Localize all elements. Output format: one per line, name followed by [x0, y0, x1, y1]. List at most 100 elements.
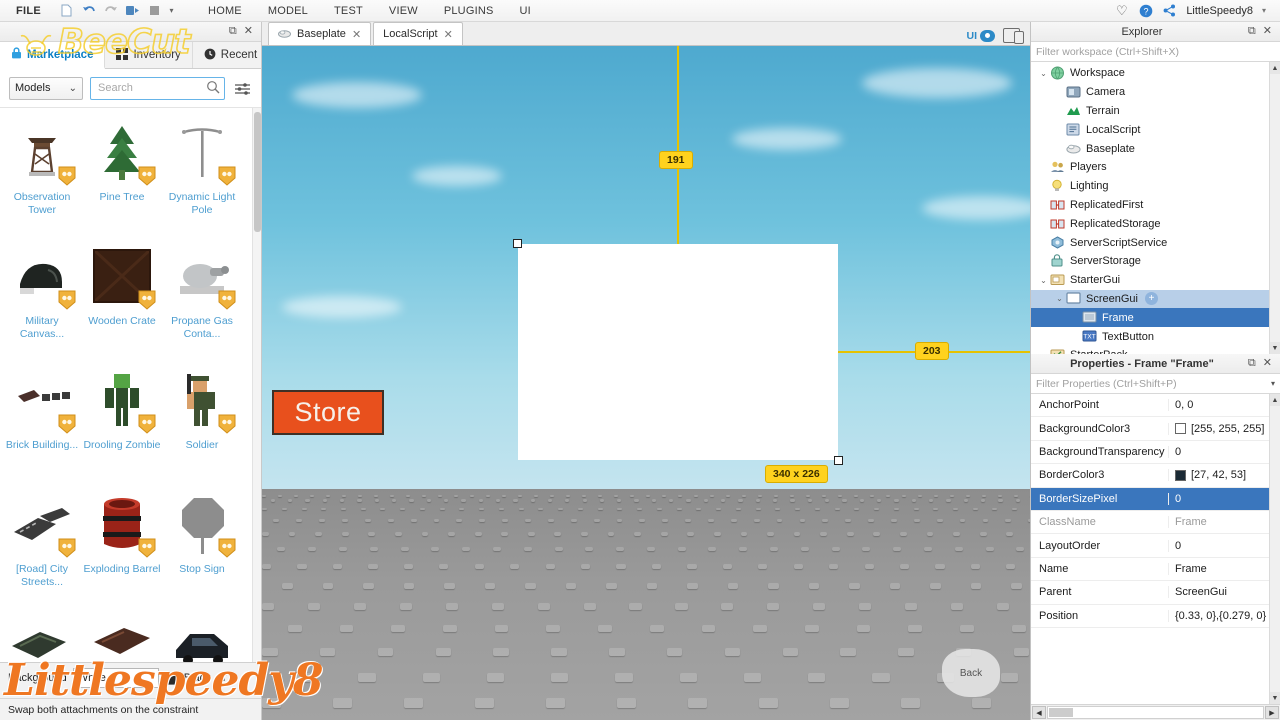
properties-hscroll-thumb[interactable]: [1049, 708, 1073, 717]
marketplace-item[interactable]: Propane Gas Conta...: [162, 236, 242, 360]
chevron-down-icon[interactable]: ▾: [1271, 379, 1275, 388]
close-icon[interactable]: ✕: [444, 28, 453, 41]
toolbox-scrollbar-thumb[interactable]: [254, 112, 261, 232]
scroll-down-icon[interactable]: ▼: [1270, 342, 1280, 354]
toolbox-scrollbar[interactable]: [252, 108, 261, 662]
toolbox-tab-recent[interactable]: Recent: [193, 42, 268, 68]
account-name[interactable]: LittleSpeedy8: [1186, 5, 1253, 17]
explorer-node-workspace[interactable]: ⌄ Workspace: [1031, 64, 1269, 83]
properties-scrollbar[interactable]: ▲ ▼: [1269, 394, 1280, 704]
stop-icon[interactable]: [145, 2, 164, 20]
ribbon-tab-plugins[interactable]: PLUGINS: [432, 2, 506, 20]
property-value[interactable]: [255, 255, 255]: [1169, 423, 1269, 435]
marketplace-item[interactable]: Soldier: [162, 360, 242, 484]
explorer-node-terrain[interactable]: Terrain: [1031, 102, 1269, 121]
ribbon-tab-view[interactable]: VIEW: [377, 2, 430, 20]
menu-file-button[interactable]: FILE: [6, 3, 51, 19]
ribbon-tab-ui[interactable]: UI: [508, 2, 543, 20]
sliders-icon[interactable]: [232, 82, 252, 95]
marketplace-item[interactable]: Military Canvas...: [2, 236, 82, 360]
toolbox-close-button[interactable]: ✕: [244, 26, 253, 37]
property-value[interactable]: Frame: [1169, 563, 1269, 575]
explorer-node-replicatedstorage[interactable]: ReplicatedStorage: [1031, 214, 1269, 233]
explorer-node-lighting[interactable]: Lighting: [1031, 177, 1269, 196]
explorer-close-button[interactable]: ✕: [1263, 26, 1272, 37]
marketplace-item[interactable]: Dynamic Light Pole: [162, 112, 242, 236]
property-value[interactable]: 0: [1169, 493, 1269, 505]
marketplace-item[interactable]: Stop Sign: [162, 484, 242, 608]
properties-horizontal-scrollbar[interactable]: ◀ ▶: [1031, 704, 1280, 720]
explorer-node-startergui[interactable]: ⌄ StarterGui: [1031, 271, 1269, 290]
explorer-tree[interactable]: ⌄ Workspace Camera Terrain LocalScript Basepl…: [1031, 62, 1280, 354]
property-value[interactable]: 0, 0: [1169, 399, 1269, 411]
account-caret-icon[interactable]: ▾: [1262, 6, 1266, 15]
device-emulator-icon[interactable]: [1003, 28, 1024, 44]
property-row[interactable]: BackgroundTransparency 0: [1031, 441, 1269, 465]
scroll-up-icon[interactable]: ▲: [1270, 62, 1280, 74]
resize-handle-top-left[interactable]: [513, 239, 522, 248]
property-row[interactable]: BorderSizePixel 0: [1031, 487, 1269, 511]
scroll-left-icon[interactable]: ◀: [1032, 706, 1046, 719]
marketplace-item[interactable]: Exploding Barrel: [82, 484, 162, 608]
selected-frame-gui[interactable]: [513, 239, 843, 465]
property-value[interactable]: 0: [1169, 540, 1269, 552]
resize-handle-bottom-right[interactable]: [834, 456, 843, 465]
property-row[interactable]: BackgroundColor3 [255, 255, 255]: [1031, 417, 1269, 441]
explorer-scrollbar[interactable]: ▲ ▼: [1269, 62, 1280, 354]
properties-undock-button[interactable]: ⧉: [1248, 358, 1256, 369]
close-icon[interactable]: ✕: [352, 28, 361, 41]
explorer-node-frame[interactable]: Frame: [1031, 308, 1269, 328]
ui-visibility-toggle[interactable]: UI: [967, 29, 995, 42]
ribbon-tab-model[interactable]: MODEL: [256, 2, 320, 20]
marketplace-results-grid[interactable]: Observation Tower Pine Tree Dynamic Light …: [0, 107, 261, 662]
properties-filter-input[interactable]: Filter Properties (Ctrl+Shift+P) ▾: [1031, 374, 1280, 394]
share-icon[interactable]: [1162, 3, 1177, 18]
marketplace-item[interactable]: Drooling Zombie: [82, 360, 162, 484]
marketplace-item[interactable]: [162, 608, 242, 662]
marketplace-item[interactable]: Brick Building...: [2, 360, 82, 484]
toolbox-tab-inventory[interactable]: Inventory: [105, 42, 193, 68]
property-row[interactable]: Parent ScreenGui: [1031, 581, 1269, 605]
marketplace-item[interactable]: Observation Tower: [2, 112, 82, 236]
back-part-label[interactable]: Back: [942, 649, 1000, 697]
explorer-filter-input[interactable]: Filter workspace (Ctrl+Shift+X): [1031, 42, 1280, 62]
property-row[interactable]: LayoutOrder 0: [1031, 534, 1269, 558]
ribbon-tab-test[interactable]: TEST: [322, 2, 375, 20]
expand-arrow-icon[interactable]: ⌄: [1037, 69, 1050, 78]
property-value[interactable]: {0.33, 0},{0.279, 0}: [1169, 610, 1269, 622]
help-icon[interactable]: ?: [1138, 3, 1153, 18]
marketplace-item[interactable]: Wooden Crate: [82, 236, 162, 360]
play-icon[interactable]: [123, 2, 142, 20]
marketplace-item[interactable]: [2, 608, 82, 662]
new-document-icon[interactable]: [57, 2, 76, 20]
explorer-node-serverscriptservice[interactable]: ServerScriptService: [1031, 233, 1269, 252]
explorer-node-baseplate[interactable]: Baseplate: [1031, 139, 1269, 158]
redo-icon[interactable]: [101, 2, 120, 20]
scroll-right-icon[interactable]: ▶: [1265, 706, 1279, 719]
property-row[interactable]: ClassName Frame: [1031, 511, 1269, 535]
explorer-node-serverstorage[interactable]: ServerStorage: [1031, 252, 1269, 271]
store-button-gui[interactable]: Store: [272, 390, 384, 435]
heart-icon[interactable]: ♡: [1114, 3, 1129, 18]
explorer-node-replicatedfirst[interactable]: ReplicatedFirst: [1031, 196, 1269, 215]
toolbox-tab-marketplace[interactable]: Marketplace: [0, 42, 106, 69]
property-value[interactable]: Frame: [1169, 516, 1269, 528]
property-value[interactable]: ScreenGui: [1169, 586, 1269, 598]
explorer-node-starterpack[interactable]: StarterPack: [1031, 346, 1269, 354]
dropdown-caret-icon[interactable]: ▾: [167, 2, 176, 20]
undo-icon[interactable]: [79, 2, 98, 20]
explorer-node-camera[interactable]: Camera: [1031, 83, 1269, 102]
document-tab-localscript[interactable]: LocalScript ✕: [373, 22, 463, 45]
color-swatch[interactable]: [1175, 423, 1186, 435]
property-row[interactable]: AnchorPoint 0, 0: [1031, 394, 1269, 418]
explorer-node-players[interactable]: Players: [1031, 158, 1269, 177]
color-swatch[interactable]: [1175, 469, 1186, 481]
search-input[interactable]: Search: [90, 76, 225, 100]
marketplace-item[interactable]: Pine Tree: [82, 112, 162, 236]
property-value[interactable]: [27, 42, 53]: [1169, 469, 1269, 481]
marketplace-item[interactable]: [82, 608, 162, 662]
document-tab-baseplate[interactable]: Baseplate ✕: [268, 22, 372, 45]
explorer-node-textbutton[interactable]: TXT TextButton: [1031, 327, 1269, 346]
explorer-node-screengui[interactable]: ⌄ ScreenGui +: [1031, 289, 1269, 309]
background-color-chip[interactable]: [164, 671, 178, 685]
